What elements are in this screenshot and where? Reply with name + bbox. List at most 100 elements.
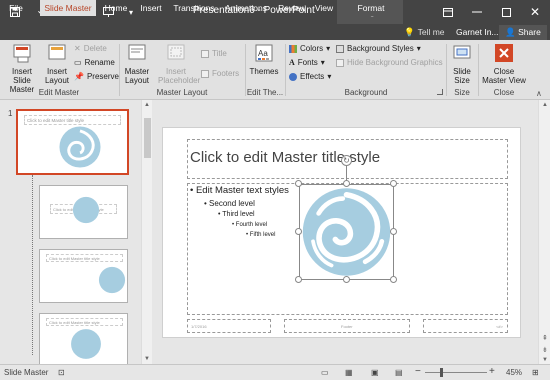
- reading-view-icon[interactable]: ▣: [371, 368, 379, 377]
- next-slide-icon[interactable]: ⇟: [542, 346, 548, 354]
- accessibility-icon[interactable]: ⊡: [58, 368, 65, 377]
- rename-button[interactable]: ▭ Rename: [74, 57, 115, 68]
- rotate-handle-icon[interactable]: ↻: [341, 155, 352, 166]
- tab-insert[interactable]: Insert: [134, 0, 168, 16]
- person-icon: 👤: [505, 27, 516, 37]
- tab-format[interactable]: Format: [343, 0, 399, 16]
- slide-sorter-icon[interactable]: ▦: [345, 368, 353, 377]
- layout-icon: [44, 43, 70, 65]
- status-bar: Slide Master ⊡ ▭ ▦ ▣ ▤ − + 45% ⊞: [0, 364, 550, 380]
- slide-size-button[interactable]: Slide Size: [449, 43, 475, 85]
- master-layout-label: Master Layout: [124, 67, 150, 85]
- close-master-view-label: Close Master View: [482, 67, 526, 85]
- zoom-level[interactable]: 45%: [506, 368, 522, 377]
- chevron-down-icon: ▾: [327, 72, 332, 81]
- effects-label: Effects: [300, 72, 325, 81]
- preserve-button[interactable]: 📌 Preserve: [74, 71, 119, 82]
- footers-checkbox[interactable]: Footers: [201, 68, 239, 79]
- footer-placeholder[interactable]: Footer: [284, 319, 410, 333]
- dialog-launcher-icon[interactable]: [437, 89, 443, 95]
- resize-handle[interactable]: [295, 276, 302, 283]
- resize-handle[interactable]: [343, 276, 350, 283]
- hide-background-check-icon: [336, 58, 344, 67]
- effects-icon: [289, 72, 297, 81]
- lightbulb-icon: 💡: [404, 27, 415, 37]
- tell-me-box[interactable]: 💡 Tell me: [404, 24, 445, 40]
- normal-view-icon[interactable]: ▭: [321, 368, 329, 377]
- tab-file[interactable]: File: [0, 0, 32, 16]
- footers-check-icon: [201, 69, 209, 78]
- zoom-slider-thumb[interactable]: [440, 368, 443, 377]
- insert-layout-button[interactable]: Insert Layout: [44, 43, 70, 85]
- footers-check-label: Footers: [212, 69, 240, 78]
- delete-button[interactable]: ✕ Delete: [74, 43, 107, 54]
- collapse-ribbon-icon[interactable]: ∧: [536, 89, 542, 98]
- scroll-down-icon[interactable]: ▼: [542, 357, 548, 363]
- close-window-icon[interactable]: ✕: [520, 0, 550, 24]
- zoom-out-icon[interactable]: −: [415, 366, 421, 377]
- themes-button[interactable]: Aa Themes: [248, 43, 280, 76]
- fit-slide-icon[interactable]: ⊞: [532, 368, 539, 377]
- user-account[interactable]: Garnet In...: [456, 24, 499, 40]
- scroll-up-icon[interactable]: ▲: [542, 102, 548, 108]
- thumbnail-master[interactable]: Click to edit Master title style: [16, 109, 129, 175]
- resize-handle[interactable]: [390, 180, 397, 187]
- bullet-level-2: • Second level: [204, 199, 255, 208]
- maximize-icon[interactable]: [491, 0, 521, 24]
- fonts-button[interactable]: A Fonts ▾: [289, 57, 325, 68]
- tab-review[interactable]: Review: [274, 0, 310, 16]
- slideshow-view-icon[interactable]: ▤: [395, 368, 403, 377]
- ribbon-display-options-icon[interactable]: [433, 0, 463, 24]
- zoom-slider[interactable]: [425, 372, 487, 373]
- date-placeholder[interactable]: 1/7/2016: [187, 319, 271, 333]
- title-checkbox[interactable]: Title: [201, 48, 227, 59]
- tab-animations[interactable]: Animations: [221, 0, 271, 16]
- tab-view[interactable]: View: [310, 0, 338, 16]
- bullet-level-4: • Fourth level: [232, 222, 268, 228]
- background-styles-button[interactable]: Background Styles ▾: [336, 43, 421, 54]
- tribal-circle-icon: [59, 126, 101, 168]
- chevron-down-icon: ▾: [326, 44, 331, 53]
- tribal-circle-icon: [71, 329, 101, 359]
- share-button[interactable]: 👤 Share: [499, 25, 547, 40]
- previous-slide-icon[interactable]: ⇞: [542, 334, 548, 342]
- effects-button[interactable]: Effects ▾: [289, 71, 331, 82]
- thumbnail-scrollbar[interactable]: ▲ ▼: [141, 100, 152, 364]
- resize-handle[interactable]: [295, 228, 302, 235]
- selected-picture[interactable]: [299, 184, 394, 280]
- slide-number-placeholder[interactable]: <#>: [423, 319, 508, 333]
- resize-handle[interactable]: [390, 228, 397, 235]
- hide-background-checkbox[interactable]: Hide Background Graphics: [336, 57, 443, 68]
- tab-slide-master[interactable]: Slide Master: [40, 0, 96, 16]
- scroll-down-icon[interactable]: ▼: [144, 356, 150, 362]
- thumbnail-layout[interactable]: Click to edit Master title style: [39, 313, 128, 367]
- master-layout-button[interactable]: Master Layout: [122, 43, 152, 85]
- delete-icon: ✕: [74, 44, 81, 53]
- title-check-label: Title: [212, 49, 227, 58]
- zoom-in-icon[interactable]: +: [489, 366, 495, 377]
- insert-placeholder-label: Insert Placeholder: [158, 67, 201, 85]
- close-master-view-button[interactable]: Close Master View: [481, 43, 527, 85]
- thumbnail-layout[interactable]: Click to edit Master title style: [39, 249, 128, 303]
- resize-handle[interactable]: [343, 180, 350, 187]
- minimize-icon[interactable]: [462, 0, 492, 24]
- themes-icon: Aa: [248, 43, 280, 65]
- tab-home[interactable]: Home: [99, 0, 133, 16]
- insert-slide-master-button[interactable]: Insert Slide Master: [2, 43, 42, 94]
- thumbnail-layout[interactable]: Click to edit Master title style: [39, 185, 128, 239]
- slide-size-icon: [449, 43, 475, 65]
- colors-button[interactable]: Colors ▾: [289, 43, 330, 54]
- resize-handle[interactable]: [390, 276, 397, 283]
- view-name: Slide Master: [4, 368, 49, 377]
- thumb-title: Click to edit Master title style: [46, 254, 123, 262]
- tab-transitions[interactable]: Transitions: [170, 0, 218, 16]
- scrollbar-thumb[interactable]: [144, 118, 151, 158]
- insert-placeholder-button[interactable]: Insert Placeholder: [158, 43, 200, 85]
- background-styles-icon: [336, 44, 344, 53]
- group-label-background: Background: [344, 88, 388, 97]
- scroll-up-icon[interactable]: ▲: [144, 102, 150, 108]
- resize-handle[interactable]: [295, 180, 302, 187]
- editor-scrollbar[interactable]: ▲ ⇞ ⇟ ▼: [538, 100, 550, 364]
- bullet-text: Fourth level: [235, 222, 268, 228]
- slide-master-icon: [2, 43, 42, 65]
